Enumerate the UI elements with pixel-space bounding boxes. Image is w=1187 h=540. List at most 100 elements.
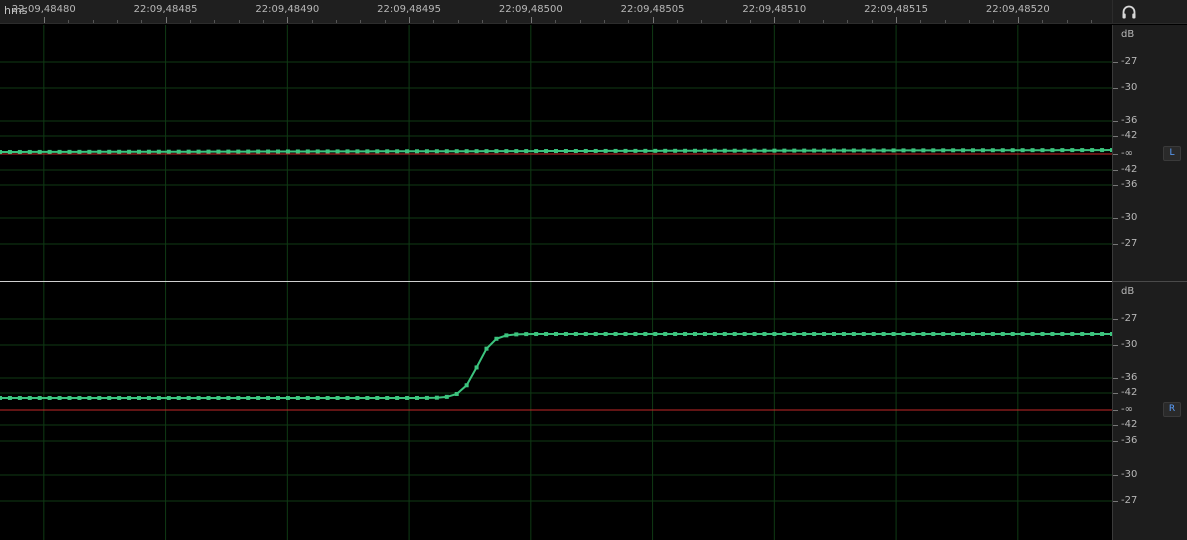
curve-sample-point[interactable]: [1000, 332, 1005, 336]
curve-sample-point[interactable]: [712, 332, 717, 336]
curve-sample-point[interactable]: [802, 332, 807, 336]
curve-sample-point[interactable]: [47, 396, 52, 400]
curve-sample-point[interactable]: [37, 396, 42, 400]
curve-sample-point[interactable]: [345, 149, 350, 154]
curve-sample-point[interactable]: [1000, 148, 1005, 153]
curve-sample-point[interactable]: [17, 396, 22, 400]
curve-sample-point[interactable]: [266, 396, 271, 400]
curve-sample-point[interactable]: [742, 332, 747, 336]
curve-sample-point[interactable]: [454, 391, 459, 396]
curve-sample-point[interactable]: [633, 332, 638, 336]
curve-sample-point[interactable]: [276, 396, 280, 400]
curve-sample-point[interactable]: [156, 396, 161, 400]
curve-sample-point[interactable]: [57, 149, 62, 154]
curve-sample-point[interactable]: [355, 149, 360, 154]
curve-sample-point[interactable]: [335, 149, 340, 154]
curve-sample-point[interactable]: [355, 396, 360, 400]
curve-sample-point[interactable]: [812, 148, 817, 153]
curve-sample-point[interactable]: [246, 149, 251, 154]
curve-sample-point[interactable]: [861, 332, 866, 336]
curve-sample-point[interactable]: [1060, 332, 1065, 336]
curve-sample-point[interactable]: [961, 148, 966, 153]
curve-sample-point[interactable]: [166, 149, 171, 154]
curve-sample-point[interactable]: [921, 148, 926, 153]
curve-sample-point[interactable]: [633, 148, 638, 153]
curve-sample-point[interactable]: [434, 395, 439, 400]
curve-sample-point[interactable]: [236, 396, 241, 400]
curve-sample-point[interactable]: [613, 332, 618, 336]
curve-sample-point[interactable]: [881, 148, 886, 153]
curve-sample-point[interactable]: [990, 332, 995, 336]
headphones-icon[interactable]: [1121, 4, 1137, 20]
curve-sample-point[interactable]: [266, 149, 271, 154]
curve-sample-point[interactable]: [137, 396, 141, 400]
curve-sample-point[interactable]: [643, 148, 648, 153]
curve-sample-point[interactable]: [1100, 332, 1105, 336]
curve-sample-point[interactable]: [702, 148, 707, 153]
curve-sample-point[interactable]: [226, 149, 231, 154]
curve-sample-point[interactable]: [216, 396, 221, 400]
curve-sample-point[interactable]: [7, 149, 12, 154]
curve-sample-point[interactable]: [941, 148, 946, 153]
curve-sample-point[interactable]: [315, 149, 320, 154]
curve-sample-point[interactable]: [683, 148, 688, 153]
curve-sample-point[interactable]: [57, 396, 62, 400]
curve-sample-point[interactable]: [365, 395, 370, 400]
curve-sample-point[interactable]: [1030, 332, 1035, 336]
curve-sample-point[interactable]: [573, 148, 578, 153]
curve-sample-point[interactable]: [87, 149, 92, 154]
curve-sample-point[interactable]: [464, 383, 469, 388]
curve-sample-point[interactable]: [1060, 148, 1065, 153]
curve-sample-point[interactable]: [534, 332, 539, 337]
curve-sample-point[interactable]: [722, 332, 727, 336]
curve-sample-point[interactable]: [97, 149, 102, 154]
curve-sample-point[interactable]: [554, 332, 558, 337]
curve-sample-point[interactable]: [603, 148, 608, 153]
curve-sample-point[interactable]: [951, 148, 956, 153]
curve-sample-point[interactable]: [593, 332, 598, 336]
curve-sample-point[interactable]: [563, 332, 568, 337]
curve-sample-point[interactable]: [7, 396, 12, 400]
curve-sample-point[interactable]: [504, 149, 509, 154]
curve-sample-point[interactable]: [395, 149, 400, 154]
curve-sample-point[interactable]: [256, 396, 261, 400]
curve-sample-point[interactable]: [196, 396, 201, 400]
curve-sample-point[interactable]: [454, 149, 459, 154]
curve-sample-point[interactable]: [176, 396, 181, 400]
curve-sample-point[interactable]: [1020, 332, 1025, 336]
waveform-display[interactable]: [0, 25, 1112, 540]
curve-sample-point[interactable]: [415, 395, 419, 400]
curve-sample-point[interactable]: [405, 149, 410, 154]
curve-sample-point[interactable]: [980, 332, 985, 336]
curve-sample-point[interactable]: [1010, 332, 1015, 336]
curve-sample-point[interactable]: [464, 149, 469, 154]
curve-sample-point[interactable]: [295, 149, 300, 154]
curve-sample-point[interactable]: [901, 148, 906, 153]
curve-sample-point[interactable]: [1080, 148, 1085, 153]
curve-sample-point[interactable]: [752, 332, 757, 336]
curve-sample-point[interactable]: [236, 149, 241, 154]
curve-sample-point[interactable]: [822, 332, 827, 336]
curve-sample-point[interactable]: [127, 149, 132, 154]
curve-sample-point[interactable]: [851, 148, 856, 153]
curve-sample-point[interactable]: [325, 149, 330, 154]
curve-sample-point[interactable]: [27, 396, 32, 400]
curve-sample-point[interactable]: [762, 148, 767, 153]
curve-sample-point[interactable]: [27, 149, 32, 154]
curve-sample-point[interactable]: [176, 149, 181, 154]
curve-sample-point[interactable]: [812, 332, 817, 336]
curve-sample-point[interactable]: [772, 332, 777, 336]
curve-sample-point[interactable]: [990, 148, 995, 153]
curve-sample-point[interactable]: [17, 149, 22, 154]
curve-sample-point[interactable]: [971, 148, 975, 153]
curve-sample-point[interactable]: [663, 332, 668, 336]
channel-badge-left[interactable]: L: [1163, 146, 1181, 161]
curve-sample-point[interactable]: [295, 396, 300, 400]
curve-sample-point[interactable]: [206, 149, 211, 154]
time-ruler[interactable]: hms 22:09,48480 22:09,48485 22:09,48490 22:…: [0, 0, 1112, 24]
curve-sample-point[interactable]: [693, 148, 697, 153]
curve-sample-point[interactable]: [107, 149, 112, 154]
curve-sample-point[interactable]: [1050, 148, 1055, 153]
curve-sample-point[interactable]: [137, 149, 141, 154]
curve-sample-point[interactable]: [246, 396, 251, 400]
